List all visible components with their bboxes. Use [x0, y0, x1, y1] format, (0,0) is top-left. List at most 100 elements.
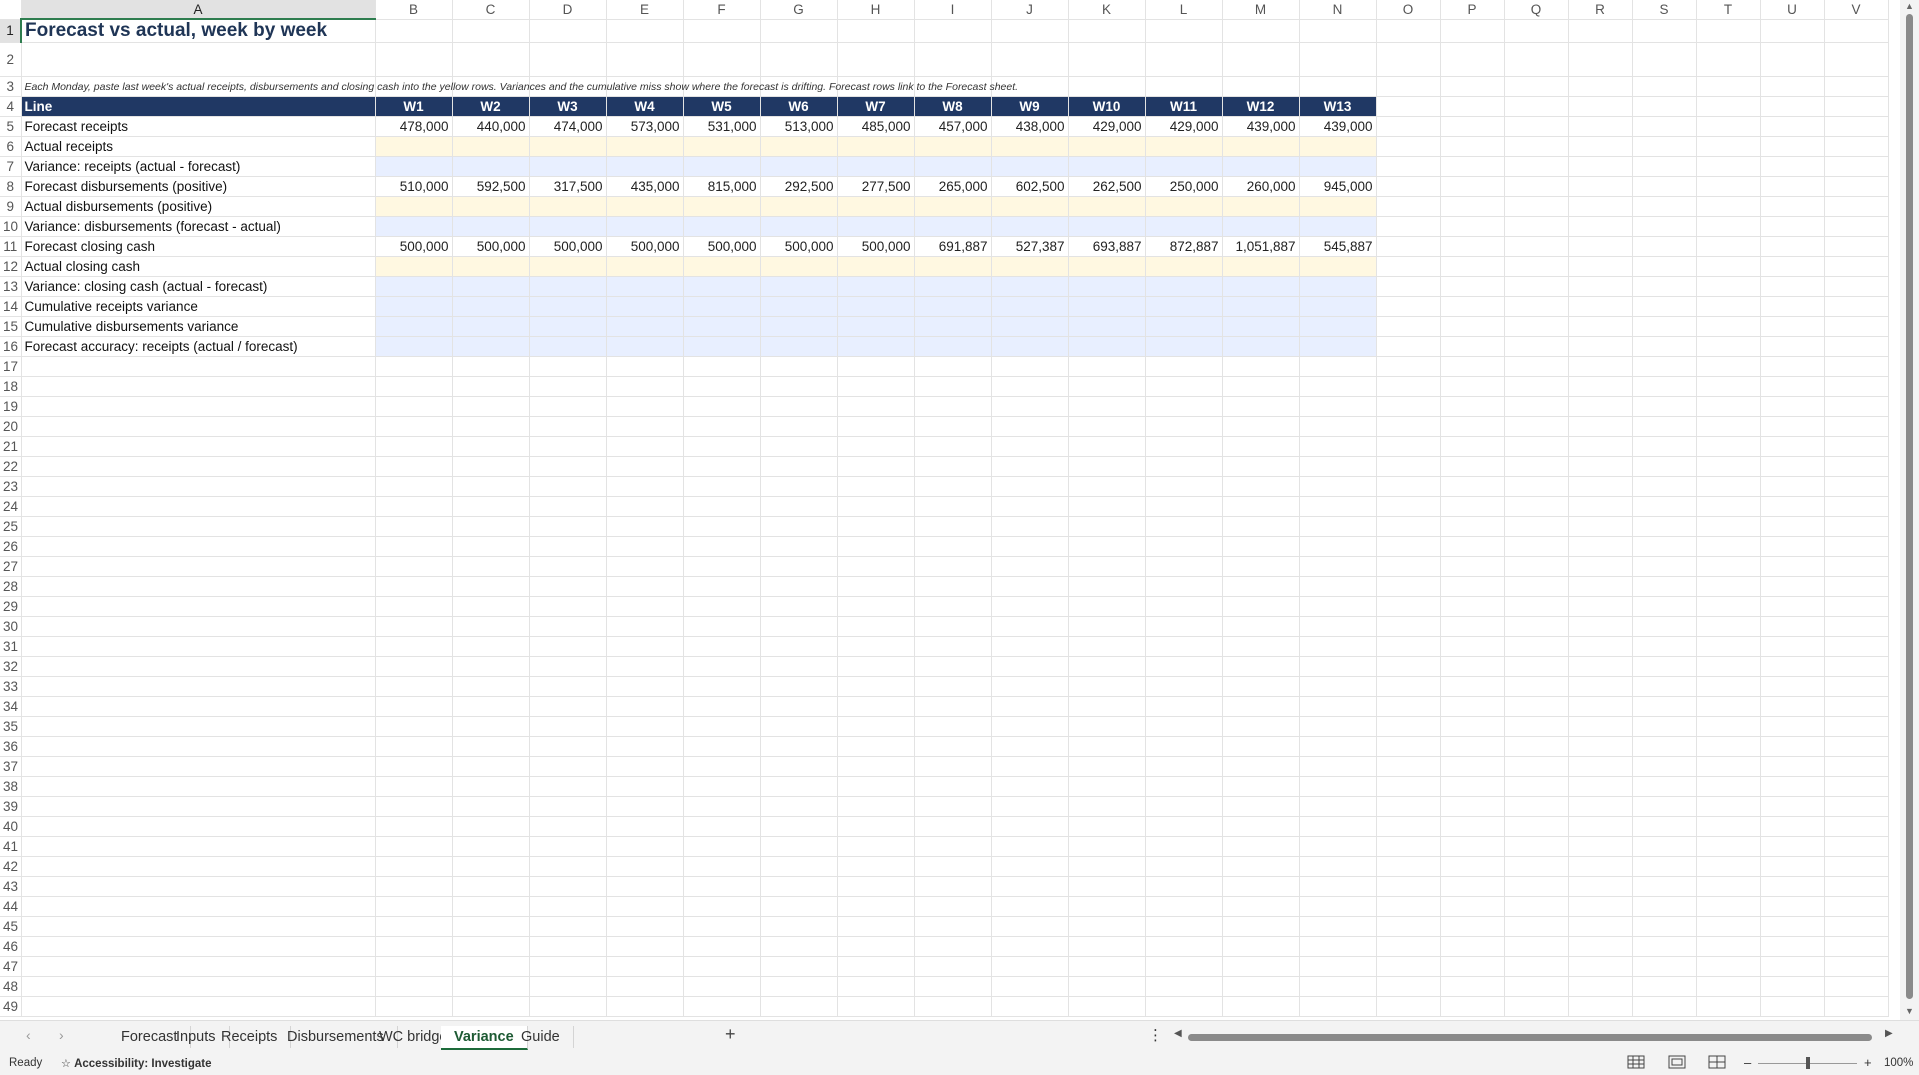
cell-I28[interactable]	[914, 576, 992, 597]
cell-M47[interactable]	[1222, 956, 1300, 977]
cell-I20[interactable]	[914, 416, 992, 437]
cell-G47[interactable]	[760, 956, 838, 977]
cell-C31[interactable]	[452, 636, 530, 657]
cell-V5[interactable]	[1824, 116, 1889, 137]
cell-H16[interactable]	[837, 336, 915, 357]
cell-A26[interactable]	[21, 536, 376, 557]
cell-J19[interactable]	[991, 396, 1069, 417]
cell-T35[interactable]	[1696, 716, 1761, 737]
cell-U36[interactable]	[1760, 736, 1825, 757]
cell-L34[interactable]	[1145, 696, 1223, 717]
row-header-40[interactable]: 40	[0, 816, 22, 837]
cell-B1[interactable]	[375, 19, 453, 43]
cell-D10[interactable]	[529, 216, 607, 237]
cell-H46[interactable]	[837, 936, 915, 957]
cell-I22[interactable]	[914, 456, 992, 477]
cell-I1[interactable]	[914, 19, 992, 43]
cell-C26[interactable]	[452, 536, 530, 557]
cell-L12[interactable]	[1145, 256, 1223, 277]
cell-Q27[interactable]	[1504, 556, 1569, 577]
cell-N31[interactable]	[1299, 636, 1377, 657]
cell-E49[interactable]	[606, 996, 684, 1017]
column-header-E[interactable]: E	[606, 0, 684, 20]
cell-C25[interactable]	[452, 516, 530, 537]
cell-J38[interactable]	[991, 776, 1069, 797]
cell-E46[interactable]	[606, 936, 684, 957]
cell-K22[interactable]	[1068, 456, 1146, 477]
cell-A43[interactable]	[21, 876, 376, 897]
cell-A17[interactable]	[21, 356, 376, 377]
cell-N47[interactable]	[1299, 956, 1377, 977]
cell-S18[interactable]	[1632, 376, 1697, 397]
cell-P29[interactable]	[1440, 596, 1505, 617]
cell-R1[interactable]	[1568, 19, 1633, 43]
cell-U5[interactable]	[1760, 116, 1825, 137]
cell-S10[interactable]	[1632, 216, 1697, 237]
cell-D33[interactable]	[529, 676, 607, 697]
cell-G40[interactable]	[760, 816, 838, 837]
cell-V40[interactable]	[1824, 816, 1889, 837]
cell-F25[interactable]	[683, 516, 761, 537]
cell-M18[interactable]	[1222, 376, 1300, 397]
cell-D37[interactable]	[529, 756, 607, 777]
cell-V27[interactable]	[1824, 556, 1889, 577]
cell-U33[interactable]	[1760, 676, 1825, 697]
cell-C24[interactable]	[452, 496, 530, 517]
cell-P49[interactable]	[1440, 996, 1505, 1017]
cell-K42[interactable]	[1068, 856, 1146, 877]
cell-T5[interactable]	[1696, 116, 1761, 137]
cell-D12[interactable]	[529, 256, 607, 277]
cell-K13[interactable]	[1068, 276, 1146, 297]
cell-P24[interactable]	[1440, 496, 1505, 517]
cell-H27[interactable]	[837, 556, 915, 577]
cell-R11[interactable]	[1568, 236, 1633, 257]
cell-H2[interactable]	[837, 42, 915, 77]
row-header-37[interactable]: 37	[0, 756, 22, 777]
cell-R24[interactable]	[1568, 496, 1633, 517]
cell-O8[interactable]	[1376, 176, 1441, 197]
cell-E43[interactable]	[606, 876, 684, 897]
cell-H37[interactable]	[837, 756, 915, 777]
cell-M3[interactable]	[1222, 76, 1300, 97]
cell-C46[interactable]	[452, 936, 530, 957]
cell-B46[interactable]	[375, 936, 453, 957]
row-header-43[interactable]: 43	[0, 876, 22, 897]
cell-H44[interactable]	[837, 896, 915, 917]
cell-T11[interactable]	[1696, 236, 1761, 257]
cell-U13[interactable]	[1760, 276, 1825, 297]
cell-P9[interactable]	[1440, 196, 1505, 217]
cell-Q10[interactable]	[1504, 216, 1569, 237]
cell-E40[interactable]	[606, 816, 684, 837]
row-header-27[interactable]: 27	[0, 556, 22, 577]
cell-U9[interactable]	[1760, 196, 1825, 217]
row-header-20[interactable]: 20	[0, 416, 22, 437]
cell-M39[interactable]	[1222, 796, 1300, 817]
cell-U29[interactable]	[1760, 596, 1825, 617]
column-header-D[interactable]: D	[529, 0, 607, 20]
cell-B30[interactable]	[375, 616, 453, 637]
cell-Q45[interactable]	[1504, 916, 1569, 937]
cell-F39[interactable]	[683, 796, 761, 817]
cell-J5[interactable]: 438,000	[991, 116, 1069, 137]
cell-R22[interactable]	[1568, 456, 1633, 477]
cell-B21[interactable]	[375, 436, 453, 457]
cell-E33[interactable]	[606, 676, 684, 697]
cell-G11[interactable]: 500,000	[760, 236, 838, 257]
cell-E39[interactable]	[606, 796, 684, 817]
cell-U18[interactable]	[1760, 376, 1825, 397]
cell-D22[interactable]	[529, 456, 607, 477]
row-header-22[interactable]: 22	[0, 456, 22, 477]
cell-R12[interactable]	[1568, 256, 1633, 277]
cell-E22[interactable]	[606, 456, 684, 477]
cell-F48[interactable]	[683, 976, 761, 997]
cell-V4[interactable]	[1824, 96, 1889, 117]
cell-U35[interactable]	[1760, 716, 1825, 737]
header-week-W11[interactable]: W11	[1145, 96, 1223, 117]
cell-F14[interactable]	[683, 296, 761, 317]
cell-A47[interactable]	[21, 956, 376, 977]
cell-N28[interactable]	[1299, 576, 1377, 597]
cell-A25[interactable]	[21, 516, 376, 537]
cell-H10[interactable]	[837, 216, 915, 237]
cell-U6[interactable]	[1760, 136, 1825, 157]
cell-M42[interactable]	[1222, 856, 1300, 877]
